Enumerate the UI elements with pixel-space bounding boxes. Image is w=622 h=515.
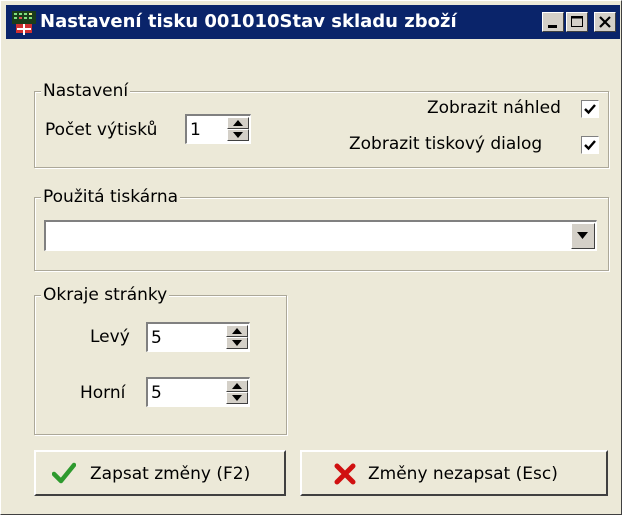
- copies-label: Počet výtisků: [45, 120, 158, 140]
- minimize-icon: [548, 25, 557, 28]
- printer-select[interactable]: [44, 220, 597, 251]
- arrow-down-icon: [233, 132, 243, 138]
- arrow-up-icon: [232, 328, 242, 334]
- close-icon: [599, 16, 611, 28]
- top-margin-decrement-button[interactable]: [226, 392, 248, 404]
- print-dialog-label: Zobrazit tiskový dialog: [349, 134, 543, 154]
- left-margin-label: Levý: [90, 327, 130, 347]
- top-margin-label: Horní: [80, 383, 126, 403]
- checkmark-icon: [584, 140, 596, 151]
- preview-label: Zobrazit náhled: [427, 98, 561, 118]
- copies-increment-button[interactable]: [227, 117, 249, 129]
- checkmark-icon: [51, 462, 77, 489]
- left-margin-decrement-button[interactable]: [226, 337, 248, 349]
- top-margin-value[interactable]: 5: [151, 383, 162, 403]
- top-margin-spinner-buttons: [226, 380, 248, 405]
- save-button[interactable]: Zapsat změny (F2): [34, 450, 286, 496]
- arrow-up-icon: [232, 383, 242, 389]
- title-bar[interactable]: Nastavení tisku 001010Stav skladu zboží: [6, 5, 620, 39]
- x-mark-icon: [334, 463, 356, 490]
- maximize-button[interactable]: [566, 12, 588, 32]
- arrow-up-icon: [233, 120, 243, 126]
- settings-group: Nastavení Počet výtisků 1 Zobrazit náhle…: [34, 81, 609, 168]
- close-button[interactable]: [594, 12, 616, 32]
- maximize-icon: [571, 16, 583, 27]
- cancel-button[interactable]: Změny nezapsat (Esc): [300, 450, 608, 496]
- left-margin-increment-button[interactable]: [226, 325, 248, 337]
- minimize-button[interactable]: [542, 12, 564, 32]
- top-margin-spinner[interactable]: 5: [146, 377, 250, 407]
- print-settings-window: Nastavení tisku 001010Stav skladu zboží …: [0, 0, 622, 515]
- save-button-label: Zapsat změny (F2): [90, 464, 251, 484]
- margins-group: Okraje stránky Levý 5 Horní 5: [34, 285, 287, 435]
- copies-decrement-button[interactable]: [227, 129, 249, 141]
- printer-dropdown-button[interactable]: [571, 223, 595, 249]
- settings-group-title: Nastavení: [41, 81, 131, 101]
- copies-spinner-buttons: [227, 117, 249, 142]
- copies-value[interactable]: 1: [190, 120, 201, 140]
- checkmark-icon: [584, 104, 596, 115]
- copies-spinner[interactable]: 1: [185, 114, 251, 144]
- cancel-button-label: Změny nezapsat (Esc): [368, 464, 558, 484]
- print-dialog-checkbox[interactable]: [581, 136, 599, 154]
- arrow-down-icon: [232, 395, 242, 401]
- preview-checkbox[interactable]: [581, 100, 599, 118]
- window-title: Nastavení tisku 001010Stav skladu zboží: [40, 11, 457, 32]
- left-margin-spinner-buttons: [226, 325, 248, 350]
- printer-group-title: Použitá tiskárna: [41, 187, 181, 207]
- left-margin-spinner[interactable]: 5: [146, 322, 250, 352]
- printer-settings-icon: [12, 11, 36, 35]
- margins-group-title: Okraje stránky: [41, 285, 170, 305]
- left-margin-value[interactable]: 5: [151, 328, 162, 348]
- arrow-down-icon: [232, 340, 242, 346]
- chevron-down-icon: [577, 232, 588, 239]
- printer-group: Použitá tiskárna: [34, 187, 609, 271]
- top-margin-increment-button[interactable]: [226, 380, 248, 392]
